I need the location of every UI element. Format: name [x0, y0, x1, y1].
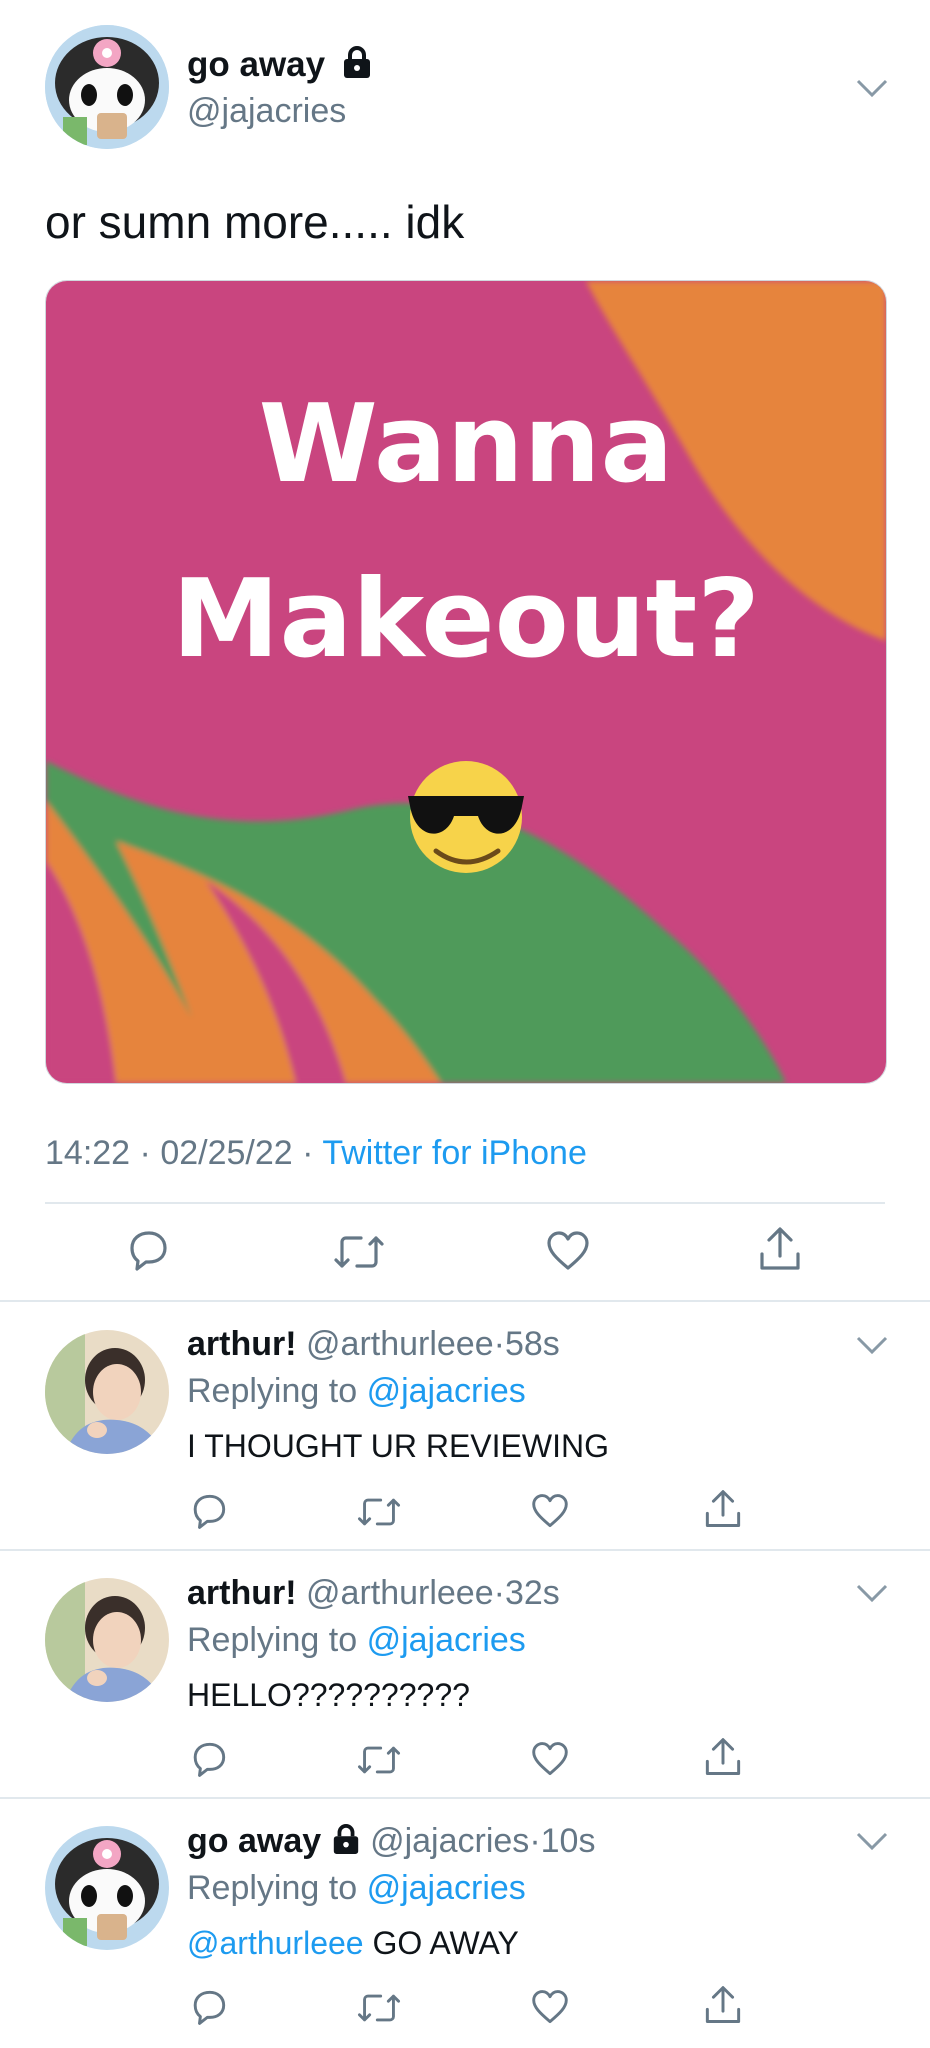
chevron-down-icon[interactable] — [855, 1583, 889, 1603]
display-name[interactable]: go away — [187, 45, 373, 88]
replying-to-handle[interactable]: @jajacries — [367, 1621, 526, 1659]
handle[interactable]: @arthurleee — [306, 1574, 494, 1612]
avatar[interactable] — [45, 1578, 169, 1702]
reply-header: arthur! @arthurleee·58s — [187, 1325, 560, 1364]
lock-icon — [341, 45, 373, 88]
avatar[interactable] — [45, 1330, 169, 1454]
replying-to: Replying to @jajacries — [187, 1621, 526, 1660]
divider — [0, 1797, 930, 1799]
divider — [0, 1300, 930, 1302]
reply-age: 10s — [540, 1822, 596, 1860]
display-name[interactable]: go away — [187, 1822, 321, 1860]
share-icon[interactable] — [703, 1737, 743, 1777]
chevron-down-icon[interactable] — [855, 1831, 889, 1851]
reply-icon[interactable] — [126, 1228, 170, 1272]
reply-icon[interactable] — [190, 1740, 228, 1778]
reply-header: arthur! @arthurleee·32s — [187, 1574, 560, 1613]
replying-to-label: Replying to — [187, 1372, 358, 1410]
display-name[interactable]: arthur! — [187, 1325, 297, 1363]
meta-separator: · — [139, 1134, 151, 1172]
reply-age: 32s — [504, 1574, 560, 1612]
replying-to: Replying to @jajacries — [187, 1372, 526, 1411]
heart-icon[interactable] — [531, 1741, 569, 1777]
replying-to: Replying to @jajacries — [187, 1869, 526, 1908]
share-icon[interactable] — [757, 1226, 803, 1272]
tweet-date: 02/25/22 — [160, 1134, 293, 1172]
tweet-time: 14:22 — [45, 1134, 131, 1172]
reply-age: 58s — [504, 1325, 560, 1363]
display-name-text[interactable]: go away — [187, 45, 325, 84]
share-icon[interactable] — [703, 1985, 743, 2025]
handle[interactable]: @jajacries — [187, 92, 346, 131]
handle[interactable]: @arthurleee — [306, 1325, 494, 1363]
retweet-icon[interactable] — [334, 1232, 384, 1272]
lock-icon — [331, 1823, 361, 1864]
replying-to-handle[interactable]: @jajacries — [367, 1869, 526, 1907]
avatar[interactable] — [45, 1826, 169, 1950]
replying-to-handle[interactable]: @jajacries — [367, 1372, 526, 1410]
replying-to-label: Replying to — [187, 1621, 358, 1659]
retweet-icon[interactable] — [357, 1743, 401, 1777]
meta-separator: · — [302, 1134, 314, 1172]
display-name[interactable]: arthur! — [187, 1574, 297, 1612]
retweet-icon[interactable] — [357, 1495, 401, 1529]
reply-text: I THOUGHT UR REVIEWING — [187, 1428, 609, 1464]
heart-icon[interactable] — [531, 1493, 569, 1529]
reply-text: @arthurleee GO AWAY — [187, 1925, 519, 1962]
replying-to-label: Replying to — [187, 1869, 358, 1907]
tweet-text: or sumn more..... idk — [45, 196, 465, 248]
tweet-image[interactable]: Wanna Makeout? — [45, 280, 887, 1084]
share-icon[interactable] — [703, 1489, 743, 1529]
divider — [45, 1202, 885, 1204]
image-text-line1: Wanna — [259, 382, 674, 507]
image-text-line2: Makeout? — [172, 557, 760, 682]
reply-text-body: GO AWAY — [372, 1925, 519, 1961]
reply-text: HELLO?????????? — [187, 1677, 470, 1713]
chevron-down-icon[interactable] — [855, 1335, 889, 1355]
mention-link[interactable]: @arthurleee — [187, 1925, 364, 1961]
meta-separator: · — [529, 1822, 541, 1860]
reply-header: go away @jajacries·10s — [187, 1822, 595, 1864]
heart-icon[interactable] — [546, 1230, 590, 1272]
reply-icon[interactable] — [190, 1988, 228, 2026]
meta-separator: · — [493, 1574, 505, 1612]
handle[interactable]: @jajacries — [370, 1822, 529, 1860]
divider — [0, 1549, 930, 1551]
reply-icon[interactable] — [190, 1492, 228, 1530]
heart-icon[interactable] — [531, 1989, 569, 2025]
tweet-image-art: Wanna Makeout? — [46, 281, 886, 1083]
meta-separator: · — [493, 1325, 505, 1363]
tweet-source[interactable]: Twitter for iPhone — [322, 1134, 587, 1172]
retweet-icon[interactable] — [357, 1991, 401, 2025]
tweet-meta: 14:22 · 02/25/22 · Twitter for iPhone — [45, 1134, 587, 1173]
chevron-down-icon[interactable] — [855, 78, 889, 98]
avatar[interactable] — [45, 25, 169, 149]
